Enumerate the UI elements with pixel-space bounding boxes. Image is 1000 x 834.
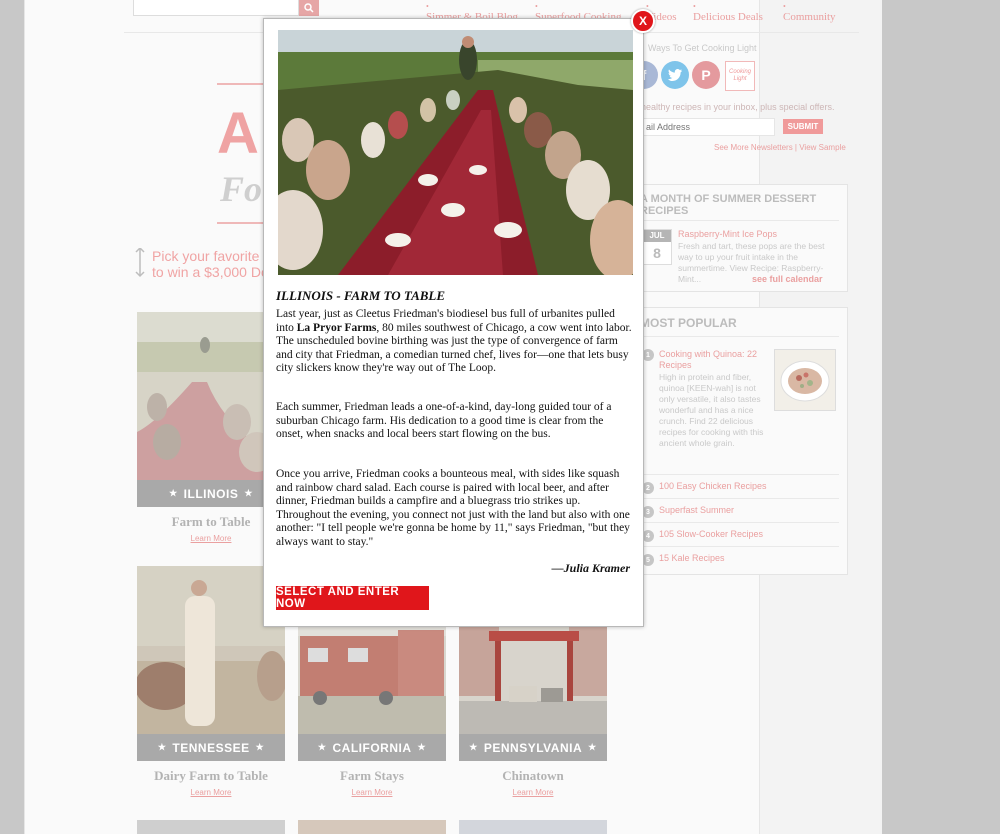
star-icon: ★: [588, 742, 597, 752]
card-tennessee-banner: ★ TENNESSEE ★: [137, 734, 285, 761]
twitter-icon[interactable]: [661, 61, 689, 89]
card-tennessee-title: Dairy Farm to Table: [154, 768, 268, 783]
modal-author: —Julia Kramer: [551, 561, 630, 575]
calendar-divider: [641, 220, 839, 221]
modal-paragraph-3: Once you arrive, Friedman cooks a bounte…: [276, 468, 630, 548]
see-full-calendar-link[interactable]: see full calendar: [752, 274, 823, 284]
star-icon: ★: [417, 742, 427, 752]
hero-title: A: [217, 101, 259, 166]
star-icon: ★: [244, 488, 253, 498]
star-icon: ★: [469, 742, 478, 752]
arrow-down-icon: [135, 248, 145, 278]
contest-intro-line2: to win a $3,000 Do: [152, 264, 269, 280]
quinoa-thumbnail[interactable]: [774, 349, 836, 411]
calendar-box-title: A MONTH OF SUMMER DESSERT RECIPES: [640, 193, 816, 217]
contest-intro-line1: Pick your favorite: [152, 248, 260, 264]
twitter-bird-icon: [668, 69, 682, 81]
popular-item-4[interactable]: 105 Slow-Cooker Recipes: [659, 529, 763, 539]
ways-title: Ways To Get Cooking Light: [648, 43, 757, 53]
card-row3-1-photo: [137, 820, 285, 834]
select-and-enter-button[interactable]: SELECT AND ENTER NOW: [276, 586, 429, 610]
popular-divider-2: [641, 498, 839, 499]
search-icon: [304, 3, 314, 13]
popular-featured-desc: High in protein and fiber, quinoa [KEEN-…: [659, 372, 764, 448]
popular-item-5[interactable]: 15 Kale Recipes: [659, 553, 725, 563]
star-icon: ★: [317, 742, 327, 752]
calendar-box-title-line2: RECIPES: [640, 205, 689, 217]
card-california-title: Farm Stays: [340, 768, 404, 783]
calendar-item-title[interactable]: Raspberry-Mint Ice Pops: [678, 229, 777, 239]
cooking-light-badge[interactable]: Cooking Light: [725, 61, 755, 91]
card-pennsylvania-banner: ★ PENNSYLVANIA ★: [459, 734, 607, 761]
calendar-date: JUL 8: [642, 229, 672, 265]
calendar-box-title-line1: A MONTH OF SUMMER DESSERT: [640, 193, 817, 205]
card-tennessee-learn-more[interactable]: Learn More: [137, 788, 285, 797]
star-icon: ★: [169, 488, 178, 498]
star-icon: ★: [157, 742, 167, 752]
nav-community[interactable]: Community: [783, 2, 836, 23]
modal-title: ILLINOIS - FARM TO TABLE: [276, 288, 446, 303]
email-field[interactable]: [641, 118, 775, 136]
calendar-day: 8: [653, 245, 661, 261]
card-california-banner: ★ CALIFORNIA ★: [298, 734, 446, 761]
popular-divider-4: [641, 546, 839, 547]
farm-name: La Pryor Farms: [296, 321, 377, 334]
most-popular-title: MOST POPULAR: [640, 316, 737, 330]
popular-item-3[interactable]: Superfast Summer: [659, 505, 734, 515]
newsletter-text: healthy recipes in your inbox, plus spec…: [641, 102, 835, 112]
card-tennessee-state: TENNESSEE: [172, 740, 250, 755]
popular-divider-1: [641, 474, 839, 475]
newsletter-links[interactable]: See More Newsletters | View Sample: [714, 143, 846, 152]
card-row3-3-photo: [459, 820, 607, 834]
search-button[interactable]: [299, 0, 319, 16]
card-pennsylvania-title: Chinatown: [502, 768, 564, 783]
card-illinois-state: ILLINOIS: [183, 486, 239, 501]
contest-intro: Pick your favorite to win a $3,000 Do: [152, 248, 269, 280]
farm-dinner-photo: [278, 30, 633, 275]
card-pennsylvania-learn-more[interactable]: Learn More: [459, 788, 607, 797]
card-pennsylvania-state: PENNSYLVANIA: [483, 740, 583, 755]
popular-item-2[interactable]: 100 Easy Chicken Recipes: [659, 481, 767, 491]
modal-paragraph-2: Each summer, Friedman leads a one-of-a-k…: [276, 401, 612, 440]
modal-paragraph-1: Last year, just as Cleetus Friedman's bi…: [276, 308, 632, 376]
hero-script-title: Fo: [220, 169, 263, 209]
pinterest-icon[interactable]: P: [692, 61, 720, 89]
card-california-learn-more[interactable]: Learn More: [298, 788, 446, 797]
submit-button[interactable]: SUBMIT: [783, 119, 823, 134]
calendar-month: JUL: [643, 230, 671, 242]
popular-featured-title[interactable]: Cooking with Quinoa: 22 Recipes: [659, 349, 769, 371]
nav-deals[interactable]: Delicious Deals: [693, 2, 763, 23]
search-input[interactable]: [133, 0, 299, 16]
close-button[interactable]: X: [631, 9, 655, 33]
card-row3-2-photo: [298, 820, 446, 834]
popular-divider-top: [641, 336, 839, 337]
star-icon: ★: [255, 742, 265, 752]
popular-divider-3: [641, 522, 839, 523]
card-california-state: CALIFORNIA: [332, 740, 412, 755]
